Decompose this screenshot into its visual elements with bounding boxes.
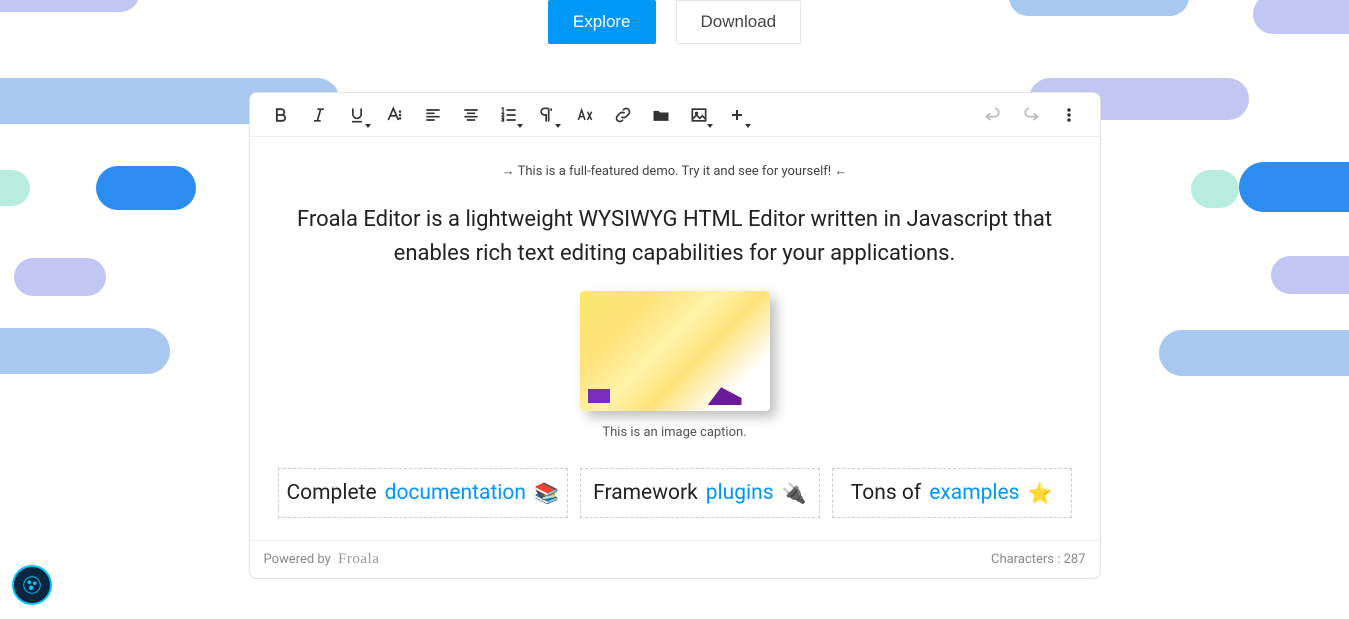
font-button[interactable] (376, 96, 414, 134)
more-rich-button[interactable] (718, 96, 756, 134)
palette-icon (21, 574, 43, 596)
plug-icon: 🔌 (782, 481, 807, 505)
paragraph-button[interactable] (528, 96, 566, 134)
editor-figure: This is an image caption. (580, 291, 770, 440)
lead-paragraph: Froala Editor is a lightweight WYSIWYG H… (292, 203, 1058, 271)
character-counter: Characters : 287 (991, 552, 1086, 567)
feature-tiles: Complete documentation 📚 Framework plugi… (278, 468, 1072, 518)
books-icon: 📚 (534, 481, 559, 505)
editor-statusbar: Powered by Froala Characters : 287 (250, 540, 1100, 578)
tile-prefix: Complete (287, 481, 377, 505)
underline-button[interactable] (338, 96, 376, 134)
powered-by-label: Powered by (264, 552, 331, 567)
tile-plugins: Framework plugins 🔌 (580, 468, 820, 518)
download-button[interactable]: Download (676, 0, 802, 44)
align-center-button[interactable] (452, 96, 490, 134)
tile-link-examples[interactable]: examples (929, 481, 1019, 505)
tile-prefix: Framework (593, 481, 698, 505)
tile-examples: Tons of examples ⭐ (832, 468, 1072, 518)
ordered-list-button[interactable]: 123 (490, 96, 528, 134)
tile-prefix: Tons of (851, 481, 921, 505)
redo-button[interactable] (1012, 96, 1050, 134)
editor-panel: 123 → This is a full-featured demo. Try … (249, 92, 1101, 579)
link-button[interactable] (604, 96, 642, 134)
image-caption: This is an image caption. (580, 425, 770, 440)
hero-buttons: Explore Download (0, 0, 1349, 44)
char-count: 287 (1064, 552, 1086, 567)
image-button[interactable] (680, 96, 718, 134)
star-icon: ⭐ (1027, 481, 1052, 505)
accessibility-fab[interactable] (12, 565, 52, 605)
tile-link-documentation[interactable]: documentation (385, 481, 526, 505)
align-left-button[interactable] (414, 96, 452, 134)
tile-link-plugins[interactable]: plugins (706, 481, 774, 505)
bold-button[interactable] (262, 96, 300, 134)
math-button[interactable] (566, 96, 604, 134)
demo-tagline: → This is a full-featured demo. Try it a… (264, 163, 1086, 179)
editor-content[interactable]: → This is a full-featured demo. Try it a… (250, 137, 1100, 540)
explore-button[interactable]: Explore (548, 0, 656, 44)
more-options-button[interactable] (1050, 96, 1088, 134)
file-button[interactable] (642, 96, 680, 134)
editor-toolbar: 123 (250, 93, 1100, 137)
editor-image[interactable] (580, 291, 770, 411)
powered-by: Powered by Froala (264, 551, 380, 568)
brand-name[interactable]: Froala (338, 551, 379, 567)
italic-button[interactable] (300, 96, 338, 134)
tile-documentation: Complete documentation 📚 (278, 468, 568, 518)
svg-text:3: 3 (501, 117, 504, 123)
char-label: Characters : (991, 552, 1064, 567)
undo-button[interactable] (974, 96, 1012, 134)
